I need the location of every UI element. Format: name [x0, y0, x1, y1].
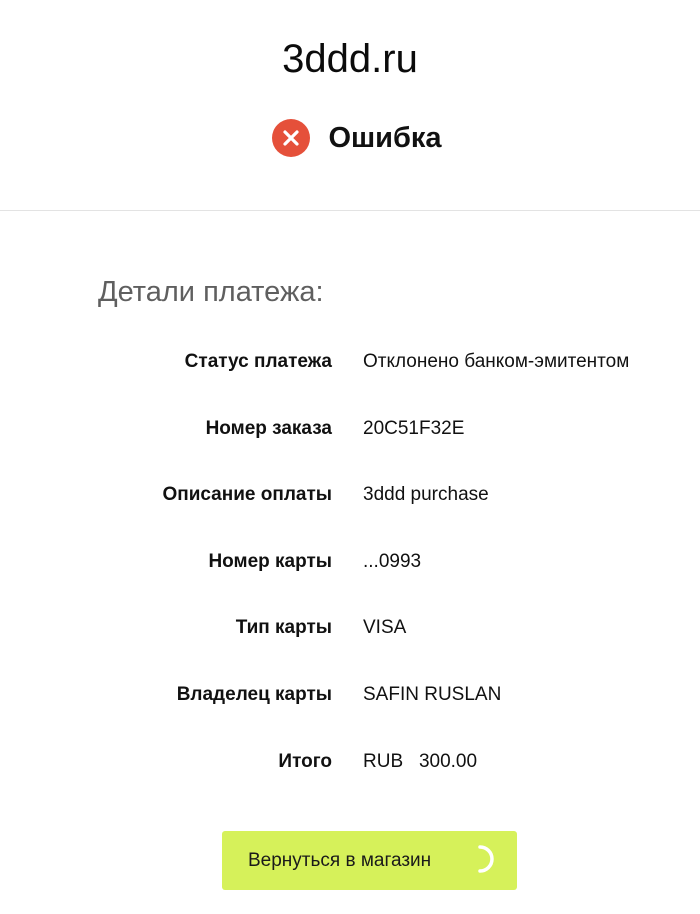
- detail-value: ...0993: [363, 550, 422, 572]
- page-header: 3ddd.ru Ошибка: [0, 0, 700, 211]
- detail-value: Отклонено банком-эмитентом: [363, 351, 630, 372]
- detail-value: VISA: [363, 617, 407, 639]
- detail-label: Номер заказа: [205, 417, 332, 439]
- detail-label: Итого: [278, 750, 332, 772]
- detail-label: Статус платежа: [184, 351, 332, 372]
- detail-row-order-number: Номер заказа 20C51F32E: [0, 407, 700, 474]
- detail-row-description: Описание оплаты 3ddd purchase: [0, 473, 700, 540]
- detail-value: 20C51F32E: [363, 417, 465, 439]
- detail-row-status: Статус платежа Отклонено банком-эмитенто…: [0, 340, 700, 407]
- detail-row-card-type: Тип карты VISA: [0, 606, 700, 673]
- detail-value: RUB 300.00: [363, 750, 478, 772]
- payment-details: Статус платежа Отклонено банком-эмитенто…: [0, 340, 700, 806]
- details-heading: Детали платежа:: [98, 276, 324, 308]
- loading-spinner-icon: [465, 844, 495, 874]
- site-title: 3ddd.ru: [282, 37, 418, 81]
- detail-row-card-number: Номер карты ...0993: [0, 540, 700, 607]
- status-row: Ошибка: [0, 118, 700, 158]
- back-to-shop-button[interactable]: Вернуться в магазин: [222, 831, 517, 890]
- detail-row-card-holder: Владелец карты SAFIN RUSLAN: [0, 673, 700, 740]
- status-title: Ошибка: [328, 122, 442, 154]
- detail-value: SAFIN RUSLAN: [363, 683, 502, 705]
- detail-label: Номер карты: [208, 550, 332, 572]
- error-x-icon: [272, 119, 311, 157]
- detail-label: Тип карты: [235, 617, 332, 639]
- back-to-shop-label: Вернуться в магазин: [248, 849, 432, 871]
- detail-row-total: Итого RUB 300.00: [0, 740, 700, 807]
- detail-label: Описание оплаты: [162, 484, 332, 506]
- detail-value: 3ddd purchase: [363, 484, 489, 506]
- detail-label: Владелец карты: [176, 683, 332, 705]
